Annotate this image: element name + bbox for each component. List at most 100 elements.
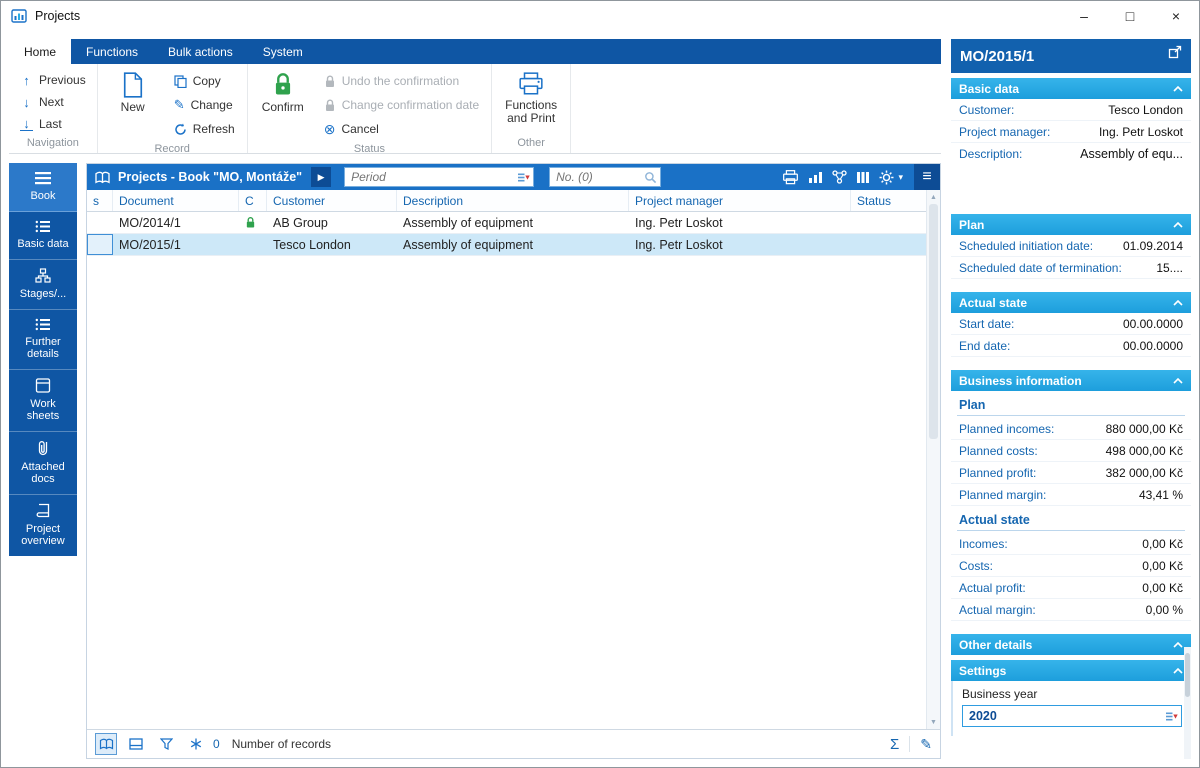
left-column: Home Functions Bulk actions System ↑ Pre… bbox=[9, 39, 941, 759]
field-value: Tesco London bbox=[1108, 102, 1183, 117]
previous-button[interactable]: ↑ Previous bbox=[17, 70, 89, 90]
sum-icon[interactable]: Σ bbox=[890, 736, 899, 753]
sidebar-item-basic-data[interactable]: Basic data bbox=[9, 212, 77, 260]
settings-body: Business year bbox=[951, 681, 1191, 736]
sidebar-item-stages[interactable]: Stages/... bbox=[9, 260, 77, 310]
number-search-box[interactable] bbox=[549, 167, 662, 187]
column-header-document[interactable]: Document bbox=[113, 190, 239, 211]
section-basic-data: Basic data Customer: Tesco London Projec… bbox=[951, 78, 1191, 209]
scroll-up-icon[interactable]: ▲ bbox=[930, 190, 937, 204]
print-icon[interactable] bbox=[782, 169, 799, 185]
columns-icon[interactable] bbox=[856, 171, 870, 184]
number-search-input[interactable] bbox=[550, 170, 645, 184]
chart-icon[interactable] bbox=[808, 171, 823, 184]
field-planned-incomes: Planned incomes: 880 000,00 Kč bbox=[951, 418, 1191, 440]
scroll-down-icon[interactable]: ▼ bbox=[930, 715, 937, 729]
next-button[interactable]: ↓ Next bbox=[17, 92, 89, 112]
tab-functions[interactable]: Functions bbox=[71, 39, 153, 64]
cancel-label: Cancel bbox=[341, 122, 379, 136]
edit-icon[interactable]: ✎ bbox=[920, 736, 932, 753]
navigation-group-label: Navigation bbox=[26, 137, 79, 149]
functions-and-print-button[interactable]: Functions and Print bbox=[498, 67, 564, 137]
change-confirmation-date-button[interactable]: Change confirmation date bbox=[320, 94, 483, 116]
confirmed-lock-icon bbox=[245, 216, 256, 229]
section-header-basic-data[interactable]: Basic data bbox=[951, 78, 1191, 99]
chevron-up-icon bbox=[1173, 667, 1183, 674]
field-label: Customer: bbox=[959, 102, 1015, 117]
close-button[interactable]: × bbox=[1153, 1, 1199, 31]
row-selector-cell[interactable] bbox=[87, 234, 113, 255]
sidebar-item-label: Book bbox=[30, 190, 56, 202]
column-header-description[interactable]: Description bbox=[397, 190, 629, 211]
list-menu-button[interactable]: ≡ bbox=[914, 164, 940, 190]
customer-cell: AB Group bbox=[273, 215, 328, 230]
change-button[interactable]: ✎ Change bbox=[170, 94, 239, 116]
detail-panel-toggle-button[interactable] bbox=[125, 733, 147, 755]
business-year-combo[interactable] bbox=[962, 705, 1182, 727]
last-button[interactable]: ↓ Last bbox=[17, 114, 89, 134]
list-footer: 0 Number of records Σ ✎ bbox=[87, 729, 940, 758]
field-value: 00.00.0000 bbox=[1122, 316, 1183, 331]
column-header-customer[interactable]: Customer bbox=[267, 190, 397, 211]
ribbon: ↑ Previous ↓ Next ↓ Last Navigation New … bbox=[9, 64, 941, 155]
undo-confirmation-button[interactable]: Undo the confirmation bbox=[320, 70, 483, 92]
book-select-button[interactable]: ▶ bbox=[311, 167, 332, 187]
minimize-button[interactable]: – bbox=[1061, 1, 1107, 31]
business-year-input[interactable] bbox=[963, 709, 1165, 723]
sidebar-item-work-sheets[interactable]: Work sheets bbox=[9, 370, 77, 432]
book-view-toggle-button[interactable] bbox=[95, 733, 117, 755]
related-agendas-icon[interactable] bbox=[832, 170, 848, 184]
project-manager-cell: Ing. Petr Loskot bbox=[635, 237, 723, 252]
tab-system[interactable]: System bbox=[248, 39, 318, 64]
column-header-status[interactable]: Status bbox=[851, 190, 926, 211]
sidebar-item-further-details[interactable]: Further details bbox=[9, 310, 77, 370]
refresh-button[interactable]: Refresh bbox=[170, 118, 239, 140]
sidebar-item-project-overview[interactable]: Project overview bbox=[9, 495, 77, 556]
window-title: Projects bbox=[35, 9, 81, 23]
tab-home[interactable]: Home bbox=[9, 39, 72, 64]
column-header-project-manager[interactable]: Project manager bbox=[629, 190, 851, 211]
table-scrollbar[interactable]: ▲ ▼ bbox=[926, 190, 940, 729]
table-row-selected[interactable]: MO/2015/1 Tesco London Assembly of equip… bbox=[87, 234, 926, 256]
sidebar-item-attached-docs[interactable]: Attached docs bbox=[9, 432, 77, 495]
section-header-actual-state[interactable]: Actual state bbox=[951, 292, 1191, 313]
scrollbar-track[interactable] bbox=[927, 204, 940, 715]
freeze-count-icon[interactable] bbox=[185, 733, 207, 755]
section-header-plan[interactable]: Plan bbox=[951, 214, 1191, 235]
new-label: New bbox=[120, 100, 145, 114]
section-header-settings[interactable]: Settings bbox=[951, 660, 1191, 681]
tab-bulk-actions[interactable]: Bulk actions bbox=[153, 39, 248, 64]
arrow-up-icon: ↑ bbox=[23, 72, 30, 88]
next-label: Next bbox=[39, 95, 64, 109]
maximize-button[interactable]: □ bbox=[1107, 1, 1153, 31]
field-value: 0,00 Kč bbox=[1142, 558, 1183, 573]
last-label: Last bbox=[39, 117, 62, 131]
field-label: Costs: bbox=[959, 558, 994, 573]
section-header-other-details[interactable]: Other details bbox=[951, 634, 1191, 655]
new-button[interactable]: New bbox=[104, 67, 162, 143]
refresh-label: Refresh bbox=[192, 122, 235, 136]
scrollbar-thumb[interactable] bbox=[929, 204, 938, 440]
expand-panel-icon[interactable] bbox=[1168, 45, 1182, 59]
section-other-details: Other details bbox=[951, 634, 1191, 655]
sidebar-item-book[interactable]: Book bbox=[9, 163, 77, 212]
section-header-business-information[interactable]: Business information bbox=[951, 370, 1191, 391]
table-row[interactable]: MO/2014/1 AB Group Assembly of equipment… bbox=[87, 212, 926, 234]
row-selector-cell[interactable] bbox=[87, 212, 113, 233]
settings-gear-icon[interactable] bbox=[879, 170, 894, 185]
panel-scrollbar-thumb[interactable] bbox=[1185, 653, 1190, 697]
detail-panel-title-bar: MO/2015/1 bbox=[951, 39, 1191, 73]
field-value: 0,00 Kč bbox=[1142, 536, 1183, 551]
panel-scrollbar[interactable] bbox=[1184, 647, 1191, 759]
period-combo[interactable] bbox=[344, 167, 535, 187]
chevron-up-icon bbox=[1173, 641, 1183, 648]
period-input[interactable] bbox=[345, 170, 518, 184]
column-header-s[interactable]: s bbox=[87, 190, 113, 211]
copy-button[interactable]: Copy bbox=[170, 70, 239, 92]
cancel-button[interactable]: ⊗ Cancel bbox=[320, 118, 483, 140]
description-text-area[interactable] bbox=[951, 165, 1191, 209]
confirm-button[interactable]: Confirm bbox=[254, 67, 312, 143]
column-header-c[interactable]: C bbox=[239, 190, 267, 211]
filter-icon[interactable] bbox=[155, 733, 177, 755]
section-title: Settings bbox=[959, 663, 1007, 678]
